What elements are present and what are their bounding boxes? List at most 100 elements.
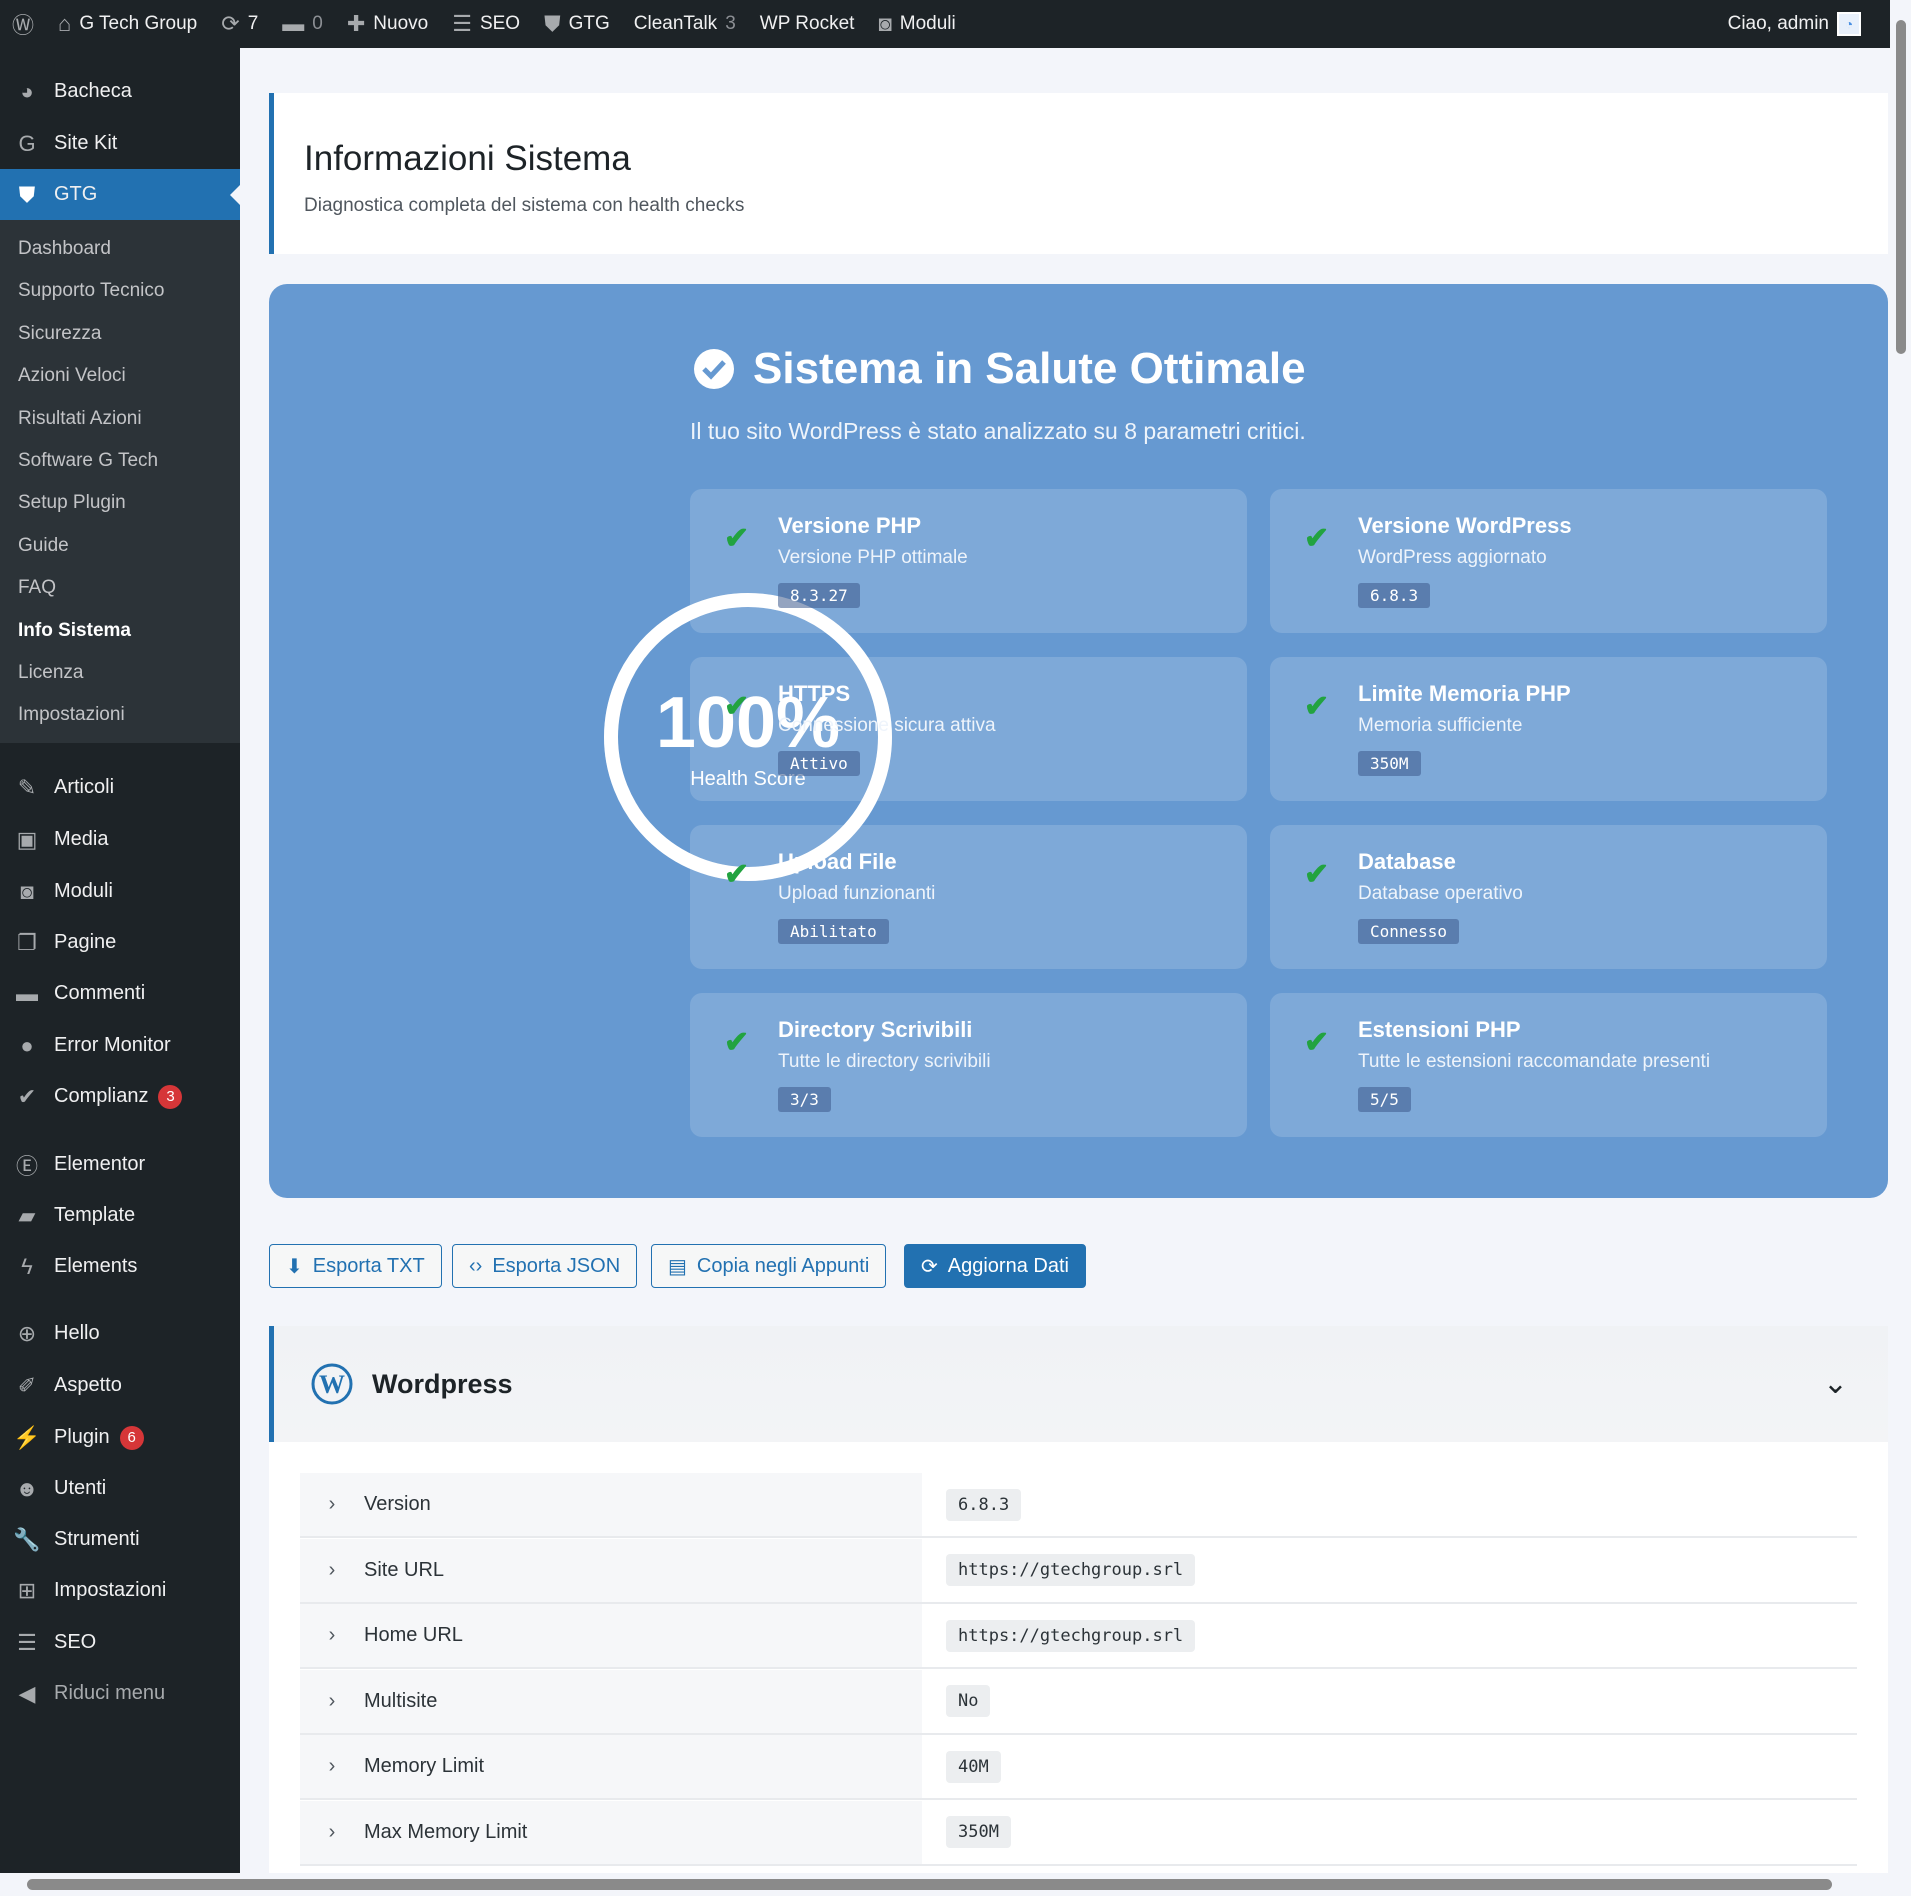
- wp-logo-menu[interactable]: Ⓦ: [0, 0, 46, 48]
- submenu-item[interactable]: Guide: [18, 526, 69, 566]
- home-icon: ⌂: [58, 11, 71, 37]
- table-row[interactable]: ›Home URLhttps://gtechgroup.srl: [300, 1604, 1857, 1669]
- row-label-cell: ›Multisite: [300, 1670, 922, 1733]
- page-title: Informazioni Sistema: [304, 139, 1858, 179]
- section-header[interactable]: W Wordpress ⌄: [269, 1326, 1888, 1442]
- commenti-icon: ▬: [0, 981, 54, 1007]
- code-file-icon: ‹›: [469, 1255, 482, 1278]
- sidebar-item-media[interactable]: ▣Media: [0, 814, 240, 865]
- scrollbar-thumb[interactable]: [1896, 20, 1906, 354]
- sidebar-item-label: GTG: [54, 183, 97, 206]
- site-name-menu[interactable]: ⌂G Tech Group: [46, 0, 209, 48]
- health-check-card: ✔HTTPSConnessione sicura attivaAttivo: [690, 657, 1247, 801]
- row-label: Site URL: [364, 1559, 444, 1582]
- sidebar-item-label: Elements: [54, 1255, 137, 1278]
- new-content-menu[interactable]: ✚Nuovo: [335, 0, 440, 48]
- submenu-item[interactable]: Setup Plugin: [18, 483, 126, 523]
- submenu-item[interactable]: Risultati Azioni: [18, 399, 142, 439]
- sidebar-item-plugin[interactable]: ⚡Plugin6: [0, 1412, 240, 1463]
- gtg-menu[interactable]: ⛊GTG: [532, 0, 622, 48]
- sidebar-item-complianz[interactable]: ✔Complianz3: [0, 1071, 240, 1122]
- sidebar-item-strumenti[interactable]: 🔧Strumenti: [0, 1514, 240, 1565]
- copy-clipboard-button[interactable]: ▤Copia negli Appunti: [651, 1244, 886, 1288]
- chevron-down-icon[interactable]: ⌄: [1823, 1366, 1848, 1401]
- comments-menu[interactable]: ▬0: [270, 0, 335, 48]
- vertical-scrollbar[interactable]: [1890, 0, 1911, 1873]
- sidebar-item-elementor[interactable]: ⒺElementor: [0, 1139, 240, 1190]
- sidebar-item-label: Plugin: [54, 1426, 110, 1449]
- chevron-right-icon[interactable]: ›: [300, 1690, 364, 1713]
- export-txt-button[interactable]: ⬇Esporta TXT: [269, 1244, 442, 1288]
- copy-label: Copia negli Appunti: [697, 1255, 869, 1278]
- sidebar-item-moduli[interactable]: ◙Moduli: [0, 866, 240, 917]
- wprocket-menu[interactable]: WP Rocket: [748, 0, 867, 48]
- sidebar-item-label: Hello: [54, 1322, 100, 1345]
- refresh-data-button[interactable]: ⟳Aggiorna Dati: [904, 1244, 1086, 1288]
- table-row[interactable]: ›Memory Limit40M: [300, 1735, 1857, 1800]
- sidebar-item-label: Articoli: [54, 776, 114, 799]
- seo-menu[interactable]: ☰SEO: [440, 0, 532, 48]
- health-check-card: ✔Limite Memoria PHPMemoria sufficiente35…: [1270, 657, 1827, 801]
- health-check-card: ✔Versione PHPVersione PHP ottimale8.3.27: [690, 489, 1247, 633]
- table-row[interactable]: ›MultisiteNo: [300, 1670, 1857, 1735]
- table-row[interactable]: ›Max Memory Limit350M: [300, 1801, 1857, 1866]
- sidebar-item-utenti[interactable]: ☻Utenti: [0, 1463, 240, 1514]
- sidebar-item-seo[interactable]: ☰SEO: [0, 1617, 240, 1668]
- elementor-icon: Ⓔ: [0, 1149, 54, 1181]
- sidebar-item-aspetto[interactable]: ✐Aspetto: [0, 1360, 240, 1411]
- submenu-item[interactable]: Software G Tech: [18, 441, 158, 481]
- sidebar-item-error-monitor[interactable]: ●Error Monitor: [0, 1020, 240, 1071]
- table-row[interactable]: ›Version6.8.3: [300, 1473, 1857, 1538]
- cleantalk-count: 3: [725, 13, 736, 35]
- sidebar-item-riduci-menu[interactable]: ◀Riduci menu: [0, 1668, 240, 1719]
- moduli-label: Moduli: [900, 13, 956, 35]
- sidebar-item-hello[interactable]: ⊕Hello: [0, 1308, 240, 1359]
- table-row[interactable]: ›Site URLhttps://gtechgroup.srl: [300, 1539, 1857, 1604]
- sidebar-item-pagine[interactable]: ❐Pagine: [0, 917, 240, 968]
- template-icon: ▰: [0, 1203, 54, 1229]
- hello-icon: ⊕: [0, 1321, 54, 1347]
- refresh-label: Aggiorna Dati: [948, 1255, 1069, 1278]
- sidebar-item-impostazioni[interactable]: ⊞Impostazioni: [0, 1565, 240, 1616]
- sidebar-item-template[interactable]: ▰Template: [0, 1190, 240, 1241]
- notification-badge: 6: [120, 1426, 144, 1450]
- sidebar-item-elements[interactable]: ϟElements: [0, 1241, 240, 1292]
- account-menu[interactable]: Ciao, admin◔: [1716, 0, 1911, 48]
- export-json-button[interactable]: ‹›Esporta JSON: [452, 1244, 637, 1288]
- sidebar-item-articoli[interactable]: ✎Articoli: [0, 762, 240, 813]
- sidebar-item-commenti[interactable]: ▬Commenti: [0, 968, 240, 1019]
- moduli-menu[interactable]: ◙Moduli: [866, 0, 967, 48]
- health-check-card: ✔Upload FileUpload funzionantiAbilitato: [690, 825, 1247, 969]
- submenu-item[interactable]: Sicurezza: [18, 314, 101, 354]
- updates-menu[interactable]: ⟳7: [209, 0, 270, 48]
- check-description: Connessione sicura attiva: [778, 715, 996, 737]
- horizontal-scrollbar[interactable]: [0, 1873, 1911, 1896]
- scrollbar-thumb[interactable]: [27, 1879, 1832, 1890]
- impostazioni-icon: ⊞: [0, 1578, 54, 1604]
- sidebar-item-site-kit[interactable]: GSite Kit: [0, 118, 240, 169]
- seo-icon: ☰: [452, 11, 472, 37]
- submenu-item[interactable]: Azioni Veloci: [18, 356, 126, 396]
- sidebar-item-label: Impostazioni: [54, 1579, 166, 1602]
- check-description: Tutte le directory scrivibili: [778, 1051, 991, 1073]
- submenu-item[interactable]: Dashboard: [18, 229, 111, 269]
- submenu-item[interactable]: Licenza: [18, 653, 84, 693]
- articoli-icon: ✎: [0, 775, 54, 801]
- row-value: https://gtechgroup.srl: [946, 1620, 1195, 1652]
- submenu-item[interactable]: FAQ: [18, 568, 56, 608]
- submenu-item[interactable]: Info Sistema: [18, 611, 131, 651]
- submenu-item[interactable]: Supporto Tecnico: [18, 271, 164, 311]
- chevron-right-icon[interactable]: ›: [300, 1755, 364, 1778]
- check-value-badge: Attivo: [778, 751, 860, 776]
- chevron-right-icon[interactable]: ›: [300, 1821, 364, 1844]
- sidebar-item-label: Moduli: [54, 880, 113, 903]
- check-description: WordPress aggiornato: [1358, 547, 1547, 569]
- chevron-right-icon[interactable]: ›: [300, 1559, 364, 1582]
- chevron-right-icon[interactable]: ›: [300, 1493, 364, 1516]
- sidebar-item-bacheca[interactable]: ◕Bacheca: [0, 66, 240, 117]
- hero-title-text: Sistema in Salute Ottimale: [753, 344, 1306, 394]
- chevron-right-icon[interactable]: ›: [300, 1624, 364, 1647]
- sidebar-item-gtg[interactable]: ⛊GTG: [0, 169, 240, 220]
- cleantalk-menu[interactable]: CleanTalk3: [622, 0, 748, 48]
- submenu-item[interactable]: Impostazioni: [18, 695, 125, 735]
